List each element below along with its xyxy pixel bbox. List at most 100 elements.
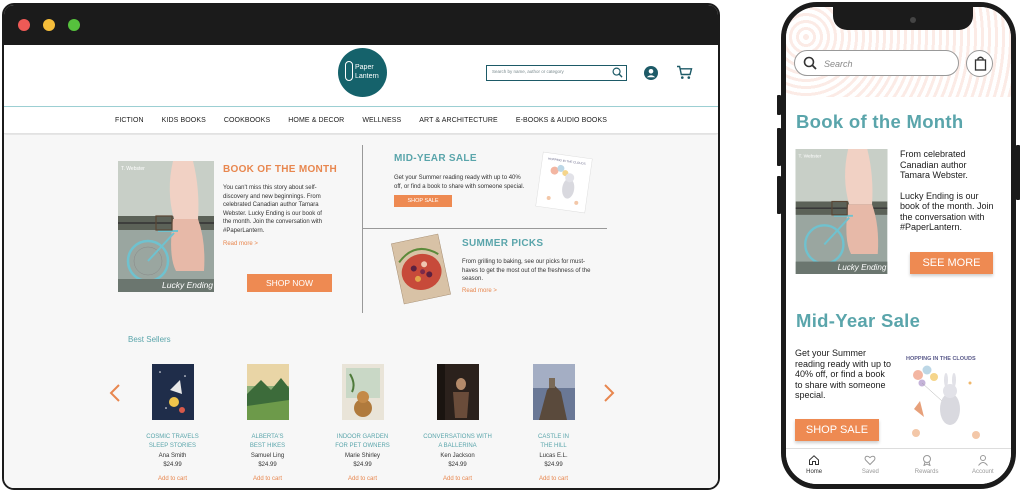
mobile-hopping-in-the-clouds-cover[interactable]: HOPPING IN THE CLOUDS (900, 353, 990, 443)
search-placeholder: Search by name, author or category (492, 69, 564, 74)
shop-sale-button[interactable]: SHOP SALE (394, 195, 452, 207)
cover-author: T. Webster (799, 154, 822, 160)
paper-lantern-logo[interactable]: Paper Lantern (338, 48, 387, 97)
search-icon[interactable] (612, 67, 623, 78)
search-placeholder: Search (824, 59, 853, 69)
add-to-cart-link[interactable]: Add to cart (125, 476, 220, 482)
tab-rewards[interactable]: Rewards (899, 449, 955, 484)
carousel-next-arrow[interactable] (602, 383, 616, 403)
carousel-prev-arrow[interactable] (108, 383, 122, 403)
best-sellers-title: Best Sellers (128, 335, 171, 344)
book-cover-conversations-ballerina[interactable] (436, 364, 479, 420)
book-of-month-title: BOOK OF THE MONTH (223, 164, 337, 175)
mobile-search-input[interactable]: Search (794, 50, 959, 76)
book-price: $24.99 (544, 462, 563, 468)
camera-icon (910, 17, 916, 23)
search-input[interactable]: Search by name, author or category (486, 65, 627, 81)
lucky-ending-cover[interactable]: T. Webster Lucky Ending (118, 161, 214, 292)
cover-title: Lucky Ending (162, 280, 213, 290)
mobile-mys-cover-title: HOPPING IN THE CLOUDS (906, 356, 976, 362)
book-price: $24.99 (353, 462, 372, 468)
book-price: $24.99 (258, 462, 277, 468)
mobile-lucky-ending-cover[interactable]: T. Webster Lucky Ending (795, 149, 888, 274)
tab-home-label: Home (806, 469, 823, 475)
nav-wellness[interactable]: WELLNESS (362, 117, 401, 124)
hopping-in-the-clouds-cover[interactable]: HOPPING IN THE CLOUDS (535, 151, 593, 214)
shopping-bag-icon (974, 56, 987, 71)
shopping-bag-button[interactable] (966, 50, 993, 77)
maximize-window-button[interactable] (68, 19, 80, 31)
book-cover-indoor-garden[interactable] (341, 364, 384, 420)
logo-line1: Paper (355, 64, 374, 71)
summer-picks-read-more[interactable]: Read more > (462, 288, 497, 294)
main-content: T. Webster Lucky Ending BOOK OF THE MONT… (4, 135, 718, 488)
tab-saved[interactable]: Saved (842, 449, 898, 484)
horizontal-divider (362, 228, 607, 229)
add-to-cart-link[interactable]: Add to cart (315, 476, 410, 482)
tab-home[interactable]: Home (786, 449, 842, 484)
see-more-button[interactable]: SEE MORE (910, 252, 993, 274)
add-to-cart-link[interactable]: Add to cart (506, 476, 601, 482)
book-author: Lucas E.L. (539, 453, 568, 459)
logo-line2: Lantern (355, 73, 379, 80)
tab-saved-label: Saved (861, 469, 879, 475)
book-author: Samuel Ling (250, 453, 285, 459)
nav-ebooks-audio[interactable]: E-BOOKS & AUDIO BOOKS (516, 117, 607, 124)
book-title-line1: ALBERTA'S (251, 434, 284, 440)
best-seller-card: CASTLE IN THE HILL Lucas E.L. $24.99 Add … (506, 364, 601, 482)
mid-year-sale-title: MID-YEAR SALE (394, 153, 477, 164)
mobile-botm-text-1: From celebrated Canadian author Tamara W… (900, 149, 968, 180)
mobile-botm-text-2: Lucky Ending is our book of the month. J… (900, 190, 994, 233)
book-title-line1: CONVERSATIONS WITH (423, 434, 492, 440)
mobile-mid-year-sale-text: Get your Summer reading ready with up to… (795, 348, 892, 400)
tab-account[interactable]: Account (955, 449, 1011, 484)
book-of-month-text: You can't miss this story about self-dis… (223, 185, 323, 234)
book-title-line2: BEST HIKES (249, 442, 286, 449)
vertical-divider (362, 145, 363, 313)
search-icon (803, 56, 817, 70)
mid-year-sale-text: Get your Summer reading ready with up to… (394, 175, 525, 190)
account-icon[interactable] (644, 66, 658, 80)
rewards-icon (922, 455, 931, 466)
book-title[interactable]: COSMIC TRAVELS SLEEP STORIES (125, 433, 220, 450)
shop-now-button[interactable]: SHOP NOW (247, 274, 332, 292)
mobile-phone: Search Book of the Month T. Webster Luck… (781, 2, 1016, 489)
best-seller-card: COSMIC TRAVELS SLEEP STORIES Ana Smith $2… (125, 364, 220, 482)
tab-account-label: Account (972, 469, 994, 475)
cart-icon[interactable] (676, 65, 693, 80)
book-cover-albertas-best-hikes[interactable] (246, 364, 289, 420)
summer-picks-cover[interactable] (391, 233, 451, 305)
book-title[interactable]: INDOOR GARDEN FOR PET OWNERS (315, 433, 410, 450)
cover-title: Lucky Ending (838, 263, 887, 272)
minimize-window-button[interactable] (43, 19, 55, 31)
mobile-shop-sale-button[interactable]: SHOP SALE (795, 419, 879, 441)
add-to-cart-link[interactable]: Add to cart (220, 476, 315, 482)
bottom-tab-bar: Home Saved Rewards Account (786, 448, 1011, 484)
logo-text: Paper Lantern (355, 63, 379, 81)
nav-art-architecture[interactable]: ART & ARCHITECTURE (419, 117, 498, 124)
lantern-icon (345, 61, 353, 81)
book-author: Ana Smith (158, 453, 187, 459)
tab-rewards-label: Rewards (914, 469, 939, 475)
phone-notch (833, 7, 973, 30)
close-window-button[interactable] (18, 19, 30, 31)
nav-fiction[interactable]: FICTION (115, 117, 144, 124)
add-to-cart-link[interactable]: Add to cart (410, 476, 505, 482)
book-title[interactable]: ALBERTA'S BEST HIKES (220, 433, 315, 450)
book-title[interactable]: CONVERSATIONS WITH A BALLERINA (410, 433, 505, 450)
book-title[interactable]: CASTLE IN THE HILL (506, 433, 601, 450)
mobile-book-of-month-text: From celebrated Canadian author Tamara W… (900, 149, 998, 233)
heart-icon (864, 455, 876, 466)
best-seller-card: ALBERTA'S BEST HIKES Samuel Ling $24.99 A… (220, 364, 315, 482)
desktop-window: Paper Lantern Search by name, author or … (2, 3, 720, 490)
mobile-mid-year-sale-title: Mid-Year Sale (796, 310, 921, 331)
book-title-line1: INDOOR GARDEN (336, 434, 389, 440)
book-cover-cosmic-travels[interactable] (151, 364, 194, 420)
book-cover-castle-in-the-hill[interactable] (532, 364, 575, 420)
nav-home-decor[interactable]: HOME & DECOR (288, 117, 344, 124)
book-of-month-read-more[interactable]: Read more > (223, 241, 258, 247)
nav-kids-books[interactable]: KIDS BOOKS (162, 117, 206, 124)
nav-cookbooks[interactable]: COOKBOOKS (224, 117, 270, 124)
best-seller-card: CONVERSATIONS WITH A BALLERINA Ken Jackso… (410, 364, 505, 482)
book-title-line2: SLEEP STORIES (148, 442, 197, 449)
